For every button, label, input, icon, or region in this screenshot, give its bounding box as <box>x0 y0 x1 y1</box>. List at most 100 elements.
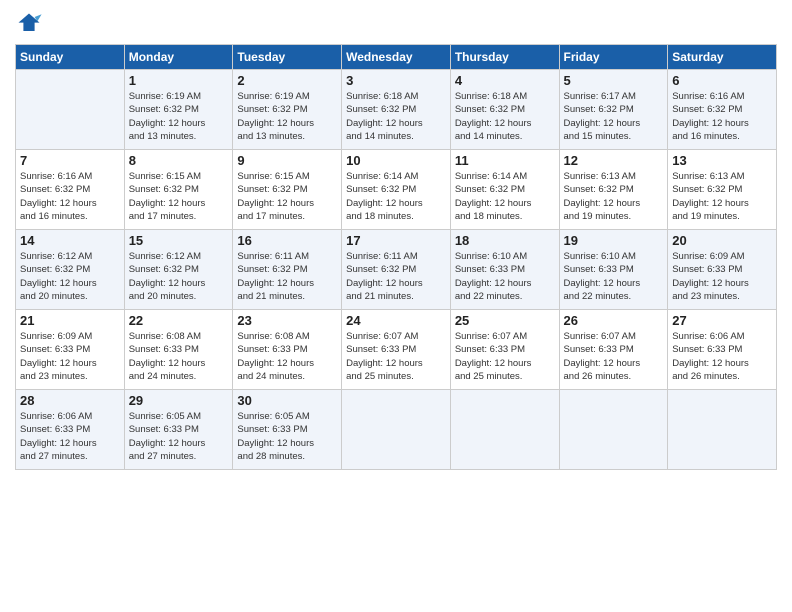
calendar-week-row: 14 Sunrise: 6:12 AMSunset: 6:32 PMDayligh… <box>16 230 777 310</box>
day-info: Sunrise: 6:18 AMSunset: 6:32 PMDaylight:… <box>455 90 555 143</box>
calendar-cell: 6 Sunrise: 6:16 AMSunset: 6:32 PMDaylight… <box>668 70 777 150</box>
calendar-cell: 5 Sunrise: 6:17 AMSunset: 6:32 PMDaylight… <box>559 70 668 150</box>
calendar-cell: 14 Sunrise: 6:12 AMSunset: 6:32 PMDayligh… <box>16 230 125 310</box>
day-info: Sunrise: 6:13 AMSunset: 6:32 PMDaylight:… <box>672 170 772 223</box>
weekday-header: Monday <box>124 45 233 70</box>
calendar-table: SundayMondayTuesdayWednesdayThursdayFrid… <box>15 44 777 470</box>
day-info: Sunrise: 6:12 AMSunset: 6:32 PMDaylight:… <box>129 250 229 303</box>
day-info: Sunrise: 6:05 AMSunset: 6:33 PMDaylight:… <box>237 410 337 463</box>
day-info: Sunrise: 6:06 AMSunset: 6:33 PMDaylight:… <box>672 330 772 383</box>
calendar-cell: 8Sunrise: 6:15 AMSunset: 6:32 PMDaylight… <box>124 150 233 230</box>
day-number: 17 <box>346 233 446 248</box>
calendar-cell <box>342 390 451 470</box>
calendar-week-row: 28 Sunrise: 6:06 AMSunset: 6:33 PMDayligh… <box>16 390 777 470</box>
calendar-cell: 3 Sunrise: 6:18 AMSunset: 6:32 PMDaylight… <box>342 70 451 150</box>
day-number: 14 <box>20 233 120 248</box>
day-info: Sunrise: 6:11 AMSunset: 6:32 PMDaylight:… <box>346 250 446 303</box>
day-info: Sunrise: 6:10 AMSunset: 6:33 PMDaylight:… <box>564 250 664 303</box>
calendar-body: 1 Sunrise: 6:19 AMSunset: 6:32 PMDaylight… <box>16 70 777 470</box>
day-info: Sunrise: 6:08 AMSunset: 6:33 PMDaylight:… <box>129 330 229 383</box>
calendar-cell: 9Sunrise: 6:15 AMSunset: 6:32 PMDaylight… <box>233 150 342 230</box>
day-info: Sunrise: 6:17 AMSunset: 6:32 PMDaylight:… <box>564 90 664 143</box>
calendar-header-row: SundayMondayTuesdayWednesdayThursdayFrid… <box>16 45 777 70</box>
calendar-cell <box>16 70 125 150</box>
day-info: Sunrise: 6:16 AMSunset: 6:32 PMDaylight:… <box>672 90 772 143</box>
day-number: 1 <box>129 73 229 88</box>
day-number: 6 <box>672 73 772 88</box>
day-number: 29 <box>129 393 229 408</box>
day-number: 21 <box>20 313 120 328</box>
day-number: 27 <box>672 313 772 328</box>
calendar-cell: 30 Sunrise: 6:05 AMSunset: 6:33 PMDayligh… <box>233 390 342 470</box>
day-info: Sunrise: 6:14 AMSunset: 6:32 PMDaylight:… <box>455 170 555 223</box>
day-number: 22 <box>129 313 229 328</box>
day-number: 30 <box>237 393 337 408</box>
calendar-cell: 12 Sunrise: 6:13 AMSunset: 6:32 PMDayligh… <box>559 150 668 230</box>
weekday-header: Sunday <box>16 45 125 70</box>
calendar-week-row: 1 Sunrise: 6:19 AMSunset: 6:32 PMDaylight… <box>16 70 777 150</box>
calendar-cell: 13Sunrise: 6:13 AMSunset: 6:32 PMDayligh… <box>668 150 777 230</box>
day-number: 19 <box>564 233 664 248</box>
day-info: Sunrise: 6:12 AMSunset: 6:32 PMDaylight:… <box>20 250 120 303</box>
day-number: 11 <box>455 153 555 168</box>
day-number: 12 <box>564 153 664 168</box>
logo-icon <box>15 10 43 38</box>
calendar-week-row: 7 Sunrise: 6:16 AMSunset: 6:32 PMDaylight… <box>16 150 777 230</box>
calendar-cell: 17 Sunrise: 6:11 AMSunset: 6:32 PMDayligh… <box>342 230 451 310</box>
calendar-cell: 23Sunrise: 6:08 AMSunset: 6:33 PMDayligh… <box>233 310 342 390</box>
weekday-header: Friday <box>559 45 668 70</box>
day-info: Sunrise: 6:19 AMSunset: 6:32 PMDaylight:… <box>237 90 337 143</box>
calendar-cell <box>450 390 559 470</box>
day-info: Sunrise: 6:13 AMSunset: 6:32 PMDaylight:… <box>564 170 664 223</box>
day-info: Sunrise: 6:06 AMSunset: 6:33 PMDaylight:… <box>20 410 120 463</box>
day-number: 26 <box>564 313 664 328</box>
day-number: 15 <box>129 233 229 248</box>
day-info: Sunrise: 6:18 AMSunset: 6:32 PMDaylight:… <box>346 90 446 143</box>
day-number: 3 <box>346 73 446 88</box>
day-number: 24 <box>346 313 446 328</box>
weekday-header: Thursday <box>450 45 559 70</box>
day-info: Sunrise: 6:14 AMSunset: 6:32 PMDaylight:… <box>346 170 446 223</box>
day-number: 10 <box>346 153 446 168</box>
calendar-cell: 7 Sunrise: 6:16 AMSunset: 6:32 PMDaylight… <box>16 150 125 230</box>
day-info: Sunrise: 6:15 AMSunset: 6:32 PMDaylight:… <box>129 170 229 223</box>
logo <box>15 10 45 38</box>
day-info: Sunrise: 6:16 AMSunset: 6:32 PMDaylight:… <box>20 170 120 223</box>
calendar-week-row: 21 Sunrise: 6:09 AMSunset: 6:33 PMDayligh… <box>16 310 777 390</box>
day-info: Sunrise: 6:08 AMSunset: 6:33 PMDaylight:… <box>237 330 337 383</box>
weekday-header: Saturday <box>668 45 777 70</box>
calendar-cell: 1Sunrise: 6:19 AMSunset: 6:32 PMDaylight… <box>124 70 233 150</box>
calendar-cell: 18Sunrise: 6:10 AMSunset: 6:33 PMDayligh… <box>450 230 559 310</box>
calendar-cell: 19 Sunrise: 6:10 AMSunset: 6:33 PMDayligh… <box>559 230 668 310</box>
weekday-header: Tuesday <box>233 45 342 70</box>
calendar-cell: 16 Sunrise: 6:11 AMSunset: 6:32 PMDayligh… <box>233 230 342 310</box>
day-info: Sunrise: 6:15 AMSunset: 6:32 PMDaylight:… <box>237 170 337 223</box>
calendar-cell: 22 Sunrise: 6:08 AMSunset: 6:33 PMDayligh… <box>124 310 233 390</box>
day-info: Sunrise: 6:11 AMSunset: 6:32 PMDaylight:… <box>237 250 337 303</box>
day-number: 4 <box>455 73 555 88</box>
day-number: 5 <box>564 73 664 88</box>
day-number: 18 <box>455 233 555 248</box>
calendar-cell: 4 Sunrise: 6:18 AMSunset: 6:32 PMDaylight… <box>450 70 559 150</box>
calendar-cell: 27 Sunrise: 6:06 AMSunset: 6:33 PMDayligh… <box>668 310 777 390</box>
calendar-cell <box>559 390 668 470</box>
calendar-cell: 24 Sunrise: 6:07 AMSunset: 6:33 PMDayligh… <box>342 310 451 390</box>
day-info: Sunrise: 6:09 AMSunset: 6:33 PMDaylight:… <box>20 330 120 383</box>
day-info: Sunrise: 6:09 AMSunset: 6:33 PMDaylight:… <box>672 250 772 303</box>
day-number: 2 <box>237 73 337 88</box>
calendar-cell: 21 Sunrise: 6:09 AMSunset: 6:33 PMDayligh… <box>16 310 125 390</box>
day-number: 20 <box>672 233 772 248</box>
weekday-header: Wednesday <box>342 45 451 70</box>
calendar-cell: 28 Sunrise: 6:06 AMSunset: 6:33 PMDayligh… <box>16 390 125 470</box>
calendar-cell: 26 Sunrise: 6:07 AMSunset: 6:33 PMDayligh… <box>559 310 668 390</box>
calendar-cell <box>668 390 777 470</box>
day-info: Sunrise: 6:07 AMSunset: 6:33 PMDaylight:… <box>455 330 555 383</box>
calendar-cell: 2 Sunrise: 6:19 AMSunset: 6:32 PMDaylight… <box>233 70 342 150</box>
day-number: 16 <box>237 233 337 248</box>
day-number: 28 <box>20 393 120 408</box>
day-number: 7 <box>20 153 120 168</box>
page-container: SundayMondayTuesdayWednesdayThursdayFrid… <box>0 0 792 480</box>
day-info: Sunrise: 6:05 AMSunset: 6:33 PMDaylight:… <box>129 410 229 463</box>
day-info: Sunrise: 6:07 AMSunset: 6:33 PMDaylight:… <box>564 330 664 383</box>
day-info: Sunrise: 6:07 AMSunset: 6:33 PMDaylight:… <box>346 330 446 383</box>
